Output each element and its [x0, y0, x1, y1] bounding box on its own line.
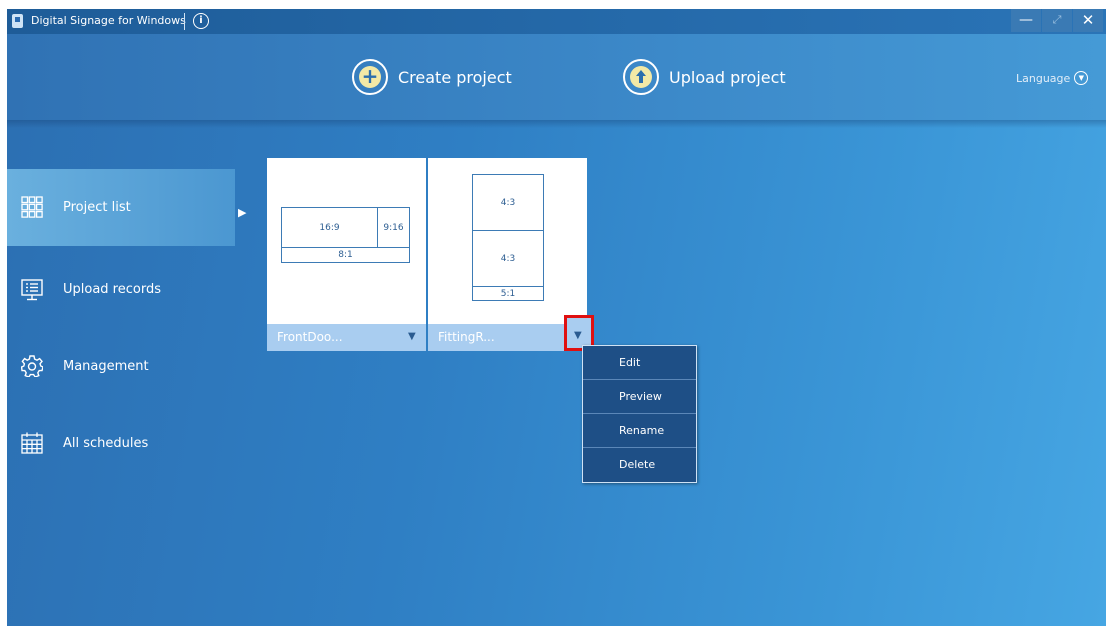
layout-cell: 16:9 — [282, 208, 378, 248]
header-bar: + Create project Upload project Language… — [7, 34, 1106, 120]
layout-thumbnail: 4:3 4:3 5:1 — [472, 174, 544, 301]
minimize-button[interactable]: — — [1011, 9, 1041, 32]
sidebar-item-upload-records[interactable]: Upload records — [7, 251, 235, 328]
sidebar-item-all-schedules[interactable]: All schedules — [7, 405, 235, 482]
header-shadow — [7, 120, 1106, 128]
monitor-list-icon — [21, 279, 43, 301]
layout-cell: 8:1 — [338, 250, 353, 260]
sidebar-item-project-list[interactable]: Project list — [7, 169, 235, 246]
title-divider — [184, 13, 185, 30]
close-button[interactable]: ✕ — [1073, 9, 1103, 32]
plus-circle-icon: + — [352, 59, 388, 95]
project-card-footer: FrontDoo... ▼ — [267, 324, 426, 351]
sidebar-item-label: Upload records — [63, 282, 161, 297]
menu-item-rename[interactable]: Rename — [583, 414, 696, 448]
upload-arrow-icon — [623, 59, 659, 95]
menu-item-preview[interactable]: Preview — [583, 380, 696, 414]
active-arrow-icon: ▶ — [238, 206, 247, 219]
layout-cell: 4:3 — [473, 175, 543, 231]
layout-cell: 4:3 — [473, 231, 543, 287]
sidebar-item-label: Project list — [63, 200, 131, 215]
calendar-icon — [21, 432, 43, 454]
project-card[interactable]: 16:9 9:16 8:1 FrontDoo... ▼ — [267, 158, 426, 351]
language-label: Language — [1016, 71, 1071, 85]
sidebar-item-label: All schedules — [63, 436, 149, 451]
project-menu-dropdown-icon[interactable]: ▼ — [408, 331, 416, 342]
project-context-menu: Edit Preview Rename Delete — [582, 345, 697, 483]
gear-icon — [21, 355, 43, 377]
create-project-label: Create project — [398, 67, 512, 87]
app-logo-icon — [12, 14, 23, 28]
maximize-button[interactable]: ⤢ — [1042, 9, 1072, 32]
info-icon[interactable]: i — [193, 13, 209, 29]
sidebar-item-management[interactable]: Management — [7, 328, 235, 405]
create-project-button[interactable]: + Create project — [352, 57, 512, 97]
grid-icon — [21, 196, 43, 218]
menu-item-edit[interactable]: Edit — [583, 346, 696, 380]
sidebar-item-label: Management — [63, 359, 149, 374]
chevron-down-icon: ▼ — [1074, 71, 1089, 85]
layout-thumbnail: 16:9 9:16 8:1 — [281, 207, 410, 263]
layout-cell: 9:16 — [378, 208, 409, 248]
chevron-down-icon: ▼ — [574, 330, 582, 341]
title-bar: Digital Signage for Windows i — ⤢ ✕ — [7, 9, 1106, 34]
window-title: Digital Signage for Windows — [31, 14, 186, 27]
language-selector[interactable]: Language ▼ — [1016, 71, 1089, 85]
menu-item-delete[interactable]: Delete — [583, 448, 696, 482]
upload-project-label: Upload project — [669, 67, 786, 87]
app-window: Digital Signage for Windows i — ⤢ ✕ + Cr… — [7, 9, 1106, 626]
project-name: FrontDoo... — [277, 330, 343, 344]
project-name: FittingR... — [438, 330, 495, 344]
layout-cell: 5:1 — [500, 288, 516, 299]
upload-project-button[interactable]: Upload project — [623, 57, 786, 97]
